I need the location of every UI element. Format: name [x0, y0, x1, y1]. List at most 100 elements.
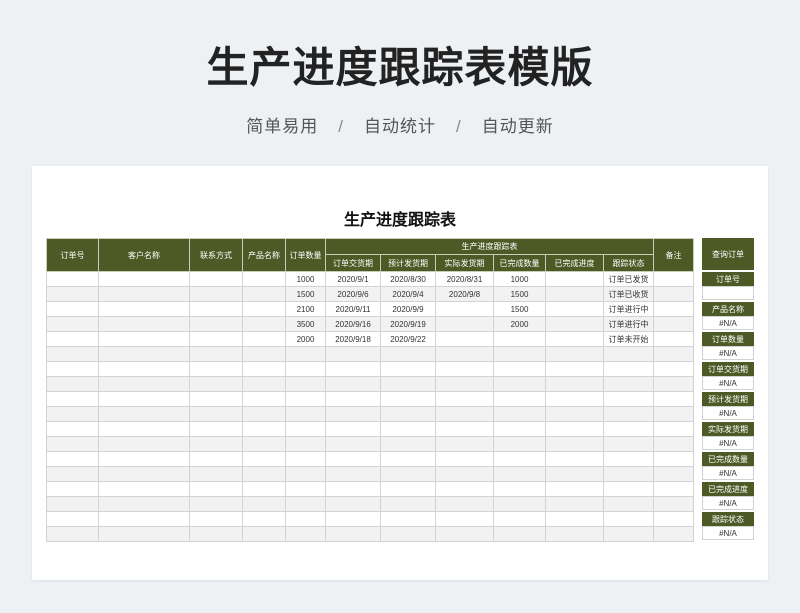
cell-contact[interactable]: [189, 526, 243, 542]
cell-product[interactable]: [242, 316, 286, 332]
cell-status[interactable]: 订单进行中: [603, 316, 654, 332]
cell-delivery-due[interactable]: [325, 466, 381, 482]
cell-delivery-due[interactable]: [325, 481, 381, 497]
cell-done-pct[interactable]: [545, 391, 604, 407]
cell-product[interactable]: [242, 436, 286, 452]
cell-done-qty[interactable]: 1500: [493, 301, 546, 317]
cell-product[interactable]: [242, 496, 286, 512]
cell-actual-ship[interactable]: [435, 496, 494, 512]
cell-remark[interactable]: [653, 346, 694, 362]
cell-contact[interactable]: [189, 361, 243, 377]
cell-contact[interactable]: [189, 346, 243, 362]
cell-product[interactable]: [242, 331, 286, 347]
cell-done-pct[interactable]: [545, 436, 604, 452]
cell-customer[interactable]: [98, 361, 190, 377]
cell-qty[interactable]: [285, 451, 326, 467]
cell-order-no[interactable]: [46, 376, 99, 392]
cell-contact[interactable]: [189, 376, 243, 392]
cell-remark[interactable]: [653, 391, 694, 407]
cell-remark[interactable]: [653, 421, 694, 437]
cell-done-qty[interactable]: [493, 481, 546, 497]
cell-delivery-due[interactable]: [325, 391, 381, 407]
cell-contact[interactable]: [189, 496, 243, 512]
cell-qty[interactable]: [285, 466, 326, 482]
cell-product[interactable]: [242, 301, 286, 317]
cell-planned-ship[interactable]: 2020/9/22: [380, 331, 436, 347]
cell-qty[interactable]: [285, 511, 326, 527]
cell-remark[interactable]: [653, 496, 694, 512]
cell-done-pct[interactable]: [545, 526, 604, 542]
cell-done-pct[interactable]: [545, 421, 604, 437]
cell-product[interactable]: [242, 481, 286, 497]
cell-contact[interactable]: [189, 466, 243, 482]
cell-order-no[interactable]: [46, 451, 99, 467]
cell-status[interactable]: [603, 451, 654, 467]
cell-qty[interactable]: [285, 346, 326, 362]
cell-order-no[interactable]: [46, 421, 99, 437]
cell-status[interactable]: [603, 526, 654, 542]
cell-actual-ship[interactable]: [435, 511, 494, 527]
cell-actual-ship[interactable]: [435, 436, 494, 452]
cell-customer[interactable]: [98, 481, 190, 497]
cell-actual-ship[interactable]: [435, 361, 494, 377]
cell-remark[interactable]: [653, 511, 694, 527]
cell-planned-ship[interactable]: [380, 391, 436, 407]
cell-remark[interactable]: [653, 361, 694, 377]
cell-delivery-due[interactable]: 2020/9/11: [325, 301, 381, 317]
cell-remark[interactable]: [653, 436, 694, 452]
cell-order-no[interactable]: [46, 436, 99, 452]
cell-delivery-due[interactable]: [325, 526, 381, 542]
cell-contact[interactable]: [189, 481, 243, 497]
cell-actual-ship[interactable]: [435, 346, 494, 362]
cell-product[interactable]: [242, 406, 286, 422]
cell-contact[interactable]: [189, 511, 243, 527]
cell-order-no[interactable]: [46, 316, 99, 332]
cell-done-qty[interactable]: [493, 436, 546, 452]
cell-planned-ship[interactable]: [380, 406, 436, 422]
cell-order-no[interactable]: [46, 526, 99, 542]
cell-qty[interactable]: [285, 391, 326, 407]
cell-actual-ship[interactable]: [435, 421, 494, 437]
cell-qty[interactable]: [285, 481, 326, 497]
cell-done-pct[interactable]: [545, 361, 604, 377]
cell-done-qty[interactable]: [493, 331, 546, 347]
lookup-order-input[interactable]: [702, 286, 754, 300]
cell-qty[interactable]: 2100: [285, 301, 326, 317]
cell-delivery-due[interactable]: [325, 361, 381, 377]
cell-order-no[interactable]: [46, 361, 99, 377]
cell-planned-ship[interactable]: [380, 526, 436, 542]
cell-done-qty[interactable]: [493, 421, 546, 437]
cell-planned-ship[interactable]: [380, 346, 436, 362]
cell-remark[interactable]: [653, 526, 694, 542]
cell-actual-ship[interactable]: [435, 481, 494, 497]
cell-done-qty[interactable]: [493, 496, 546, 512]
cell-status[interactable]: [603, 511, 654, 527]
cell-remark[interactable]: [653, 481, 694, 497]
cell-actual-ship[interactable]: [435, 316, 494, 332]
cell-done-pct[interactable]: [545, 451, 604, 467]
cell-order-no[interactable]: [46, 286, 99, 302]
cell-actual-ship[interactable]: [435, 451, 494, 467]
cell-actual-ship[interactable]: [435, 391, 494, 407]
cell-status[interactable]: [603, 481, 654, 497]
cell-customer[interactable]: [98, 286, 190, 302]
cell-order-no[interactable]: [46, 466, 99, 482]
cell-contact[interactable]: [189, 316, 243, 332]
cell-delivery-due[interactable]: [325, 406, 381, 422]
cell-actual-ship[interactable]: [435, 466, 494, 482]
cell-product[interactable]: [242, 391, 286, 407]
cell-contact[interactable]: [189, 391, 243, 407]
cell-done-pct[interactable]: [545, 496, 604, 512]
cell-remark[interactable]: [653, 451, 694, 467]
cell-qty[interactable]: [285, 526, 326, 542]
cell-planned-ship[interactable]: [380, 451, 436, 467]
cell-product[interactable]: [242, 361, 286, 377]
cell-done-pct[interactable]: [545, 316, 604, 332]
cell-customer[interactable]: [98, 511, 190, 527]
cell-order-no[interactable]: [46, 481, 99, 497]
cell-status[interactable]: 订单已收货: [603, 286, 654, 302]
cell-contact[interactable]: [189, 286, 243, 302]
cell-status[interactable]: [603, 391, 654, 407]
cell-qty[interactable]: 3500: [285, 316, 326, 332]
cell-done-qty[interactable]: [493, 511, 546, 527]
